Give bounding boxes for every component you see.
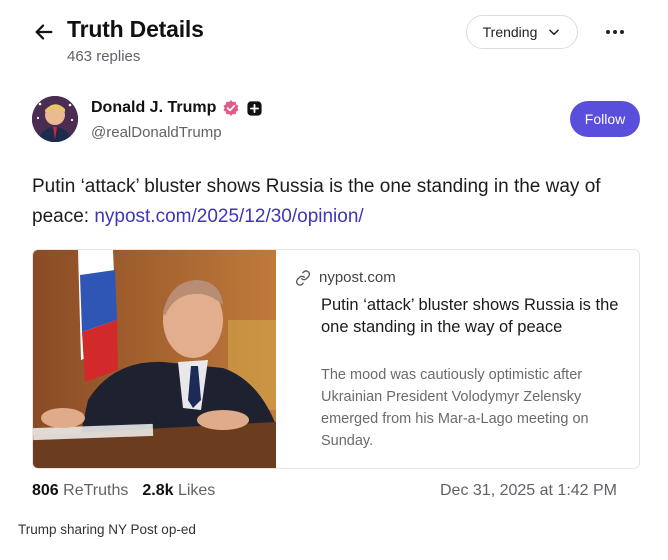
chevron-down-icon (549, 29, 560, 36)
sort-label: Trending (482, 24, 538, 40)
author-handle[interactable]: @realDonaldTrump (91, 124, 222, 141)
replies-count: 463 replies (67, 48, 141, 65)
author-name: Donald J. Trump (91, 99, 217, 116)
retruths-stat[interactable]: 806 ReTruths (32, 482, 128, 500)
retruths-label: ReTruths (63, 482, 129, 499)
card-description: The mood was cautiously optimistic after… (321, 367, 589, 449)
engagement-stats: 806 ReTruths 2.8k Likes (32, 482, 215, 500)
card-thumbnail (33, 250, 276, 468)
back-button[interactable] (30, 18, 58, 46)
author-name-row[interactable]: Donald J. Trump (91, 99, 263, 117)
card-headline: Putin ‘attack’ bluster shows Russia is t… (321, 296, 619, 336)
card-source-domain: nypost.com (319, 269, 396, 286)
page-title: Truth Details (67, 16, 204, 42)
card-thumbnail-image (33, 250, 276, 468)
follow-button[interactable]: Follow (570, 101, 640, 137)
link-icon (295, 269, 311, 286)
card-source: nypost.com (295, 269, 396, 286)
arrow-left-icon (35, 24, 53, 40)
retruths-count: 806 (32, 482, 59, 499)
more-horizontal-icon (605, 30, 626, 34)
post-text: Putin ‘attack’ bluster shows Russia is t… (32, 172, 642, 232)
sort-dropdown[interactable]: Trending (466, 15, 578, 49)
more-options-button[interactable] (600, 18, 630, 46)
avatar-image (32, 96, 78, 142)
likes-count: 2.8k (142, 482, 174, 499)
post-timestamp: Dec 31, 2025 at 1:42 PM (440, 482, 617, 499)
link-preview-card[interactable]: nypost.com Putin ‘attack’ bluster shows … (32, 249, 640, 469)
post-link[interactable]: nypost.com/2025/12/30/opinion/ (94, 206, 363, 227)
image-caption: Trump sharing NY Post op-ed (18, 522, 196, 537)
likes-label: Likes (177, 482, 216, 499)
verified-badge-icon (223, 100, 239, 116)
avatar[interactable] (32, 96, 78, 142)
plus-badge-icon (247, 100, 262, 116)
likes-stat[interactable]: 2.8k Likes (142, 482, 215, 500)
